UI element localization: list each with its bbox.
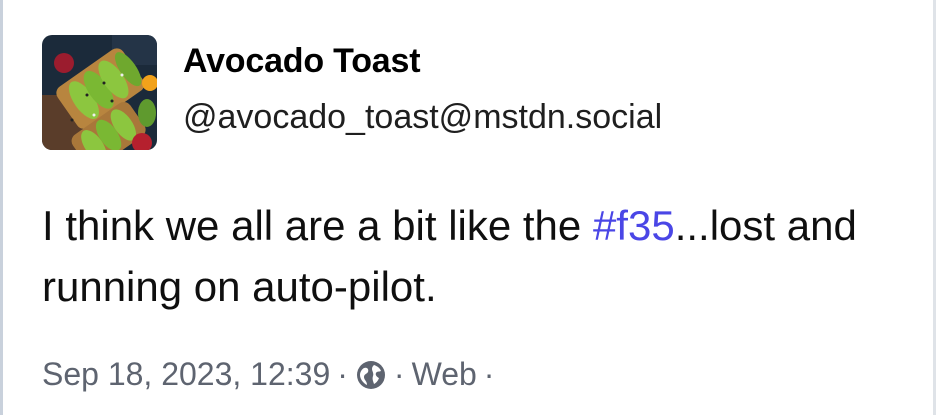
meta-fade <box>501 360 531 390</box>
avocado-toast-photo-icon <box>42 35 157 150</box>
avatar[interactable] <box>42 35 157 150</box>
meta-separator: · <box>393 356 405 392</box>
status-meta: Sep 18, 2023, 12:39 · · Web · <box>42 356 531 393</box>
hashtag-link[interactable]: #f35 <box>593 202 675 249</box>
status-card: Avocado Toast @avocado_toast@mstdn.socia… <box>0 0 936 415</box>
display-name[interactable]: Avocado Toast <box>183 42 421 81</box>
status-content: I think we all are a bit like the #f35..… <box>42 195 902 317</box>
meta-separator: · <box>337 356 348 392</box>
left-divider <box>0 0 3 415</box>
status-text-before: I think we all are a bit like the <box>42 202 593 249</box>
meta-separator: · <box>483 356 495 392</box>
globe-icon[interactable] <box>355 359 387 391</box>
account-handle[interactable]: @avocado_toast@mstdn.social <box>183 98 662 137</box>
application-name: Web <box>411 356 477 392</box>
timestamp[interactable]: Sep 18, 2023, 12:39 <box>42 356 330 393</box>
